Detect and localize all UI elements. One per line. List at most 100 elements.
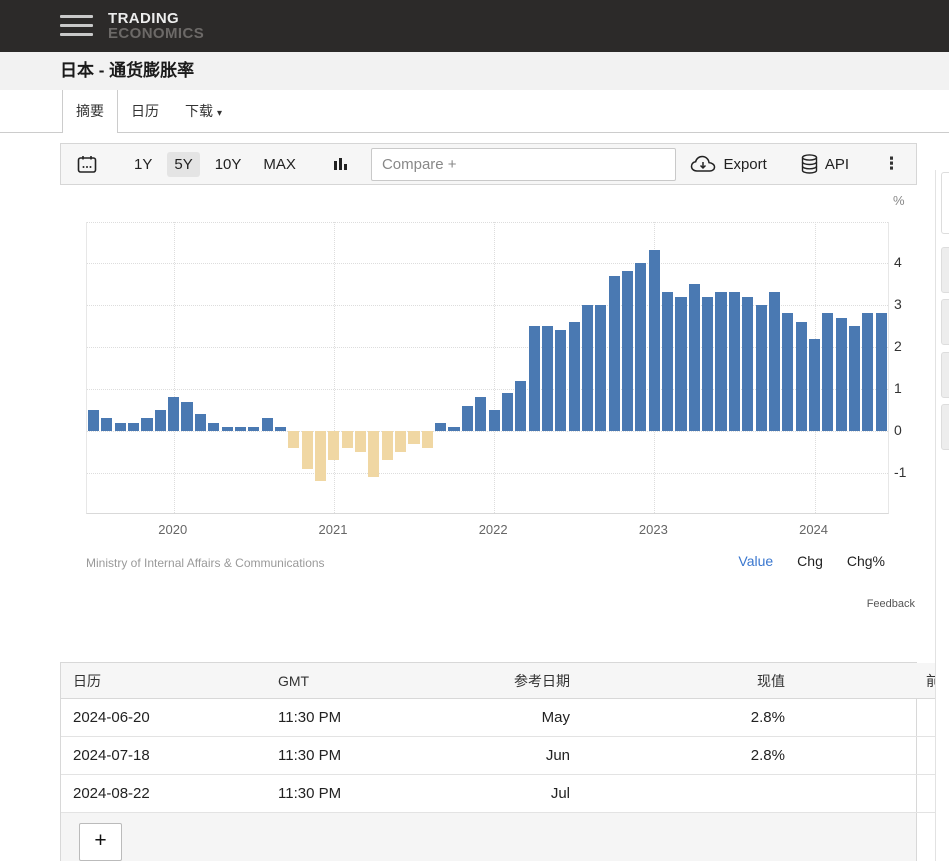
- v-gridline: [334, 222, 335, 513]
- table-header-cell: 现值: [634, 663, 851, 699]
- app-header: TRADING ECONOMICS: [0, 0, 949, 52]
- table-cell: 11:30 PM: [277, 775, 439, 813]
- range-max-button[interactable]: MAX: [256, 152, 303, 177]
- tab-download-label: 下载: [185, 103, 213, 119]
- x-axis-tick-label: 2021: [303, 522, 363, 537]
- h-gridline: [87, 263, 888, 264]
- chart-bar: [542, 326, 553, 431]
- chart-bar: [128, 423, 139, 431]
- y-axis-tick-label: 1: [894, 380, 902, 396]
- chg-pct-link[interactable]: Chg%: [847, 553, 885, 569]
- chart-bar: [715, 292, 726, 431]
- chart-bar: [702, 297, 713, 431]
- tab-summary[interactable]: 摘要: [62, 90, 118, 133]
- value-link[interactable]: Value: [738, 553, 773, 569]
- chart-bar: [515, 381, 526, 431]
- chart-bar: [689, 284, 700, 431]
- series-mode-links: Value Chg Chg%: [714, 553, 885, 569]
- v-gridline: [494, 222, 495, 513]
- chart-bar: [155, 410, 166, 431]
- api-label: API: [825, 156, 849, 173]
- chart-bar: [195, 414, 206, 431]
- h-gridline: [87, 431, 888, 432]
- brand-logo[interactable]: TRADING ECONOMICS: [108, 11, 204, 41]
- page-title: 日本 - 通货膨胀率: [0, 52, 949, 90]
- chart-bar: [248, 427, 259, 431]
- chart-plot-area[interactable]: [86, 222, 889, 514]
- chart-bar: [395, 431, 406, 452]
- chart-bar: [489, 410, 500, 431]
- compare-input[interactable]: [371, 148, 676, 181]
- chart-bar: [208, 423, 219, 431]
- x-axis-tick-label: 2020: [143, 522, 203, 537]
- chart-bar: [408, 431, 419, 444]
- tab-row: 摘要 日历 下载▾: [0, 90, 949, 133]
- y-axis-tick-label: 3: [894, 296, 902, 312]
- y-axis-tick-label: 2: [894, 338, 902, 354]
- y-axis-tick-label: 0: [894, 422, 902, 438]
- range-5y-button[interactable]: 5Y: [167, 152, 199, 177]
- chart-bar: [115, 423, 126, 431]
- table-header-cell: 参考日期: [439, 663, 634, 699]
- right-edge-panel: [935, 170, 949, 861]
- side-button-cutoff: [941, 247, 949, 293]
- bar-chart-icon[interactable]: [333, 156, 349, 172]
- range-10y-button[interactable]: 10Y: [208, 152, 249, 177]
- chart-bar: [769, 292, 780, 431]
- chart-bar: [796, 322, 807, 431]
- chart-bar: [235, 427, 246, 431]
- kebab-menu-icon[interactable]: ⋮: [883, 154, 900, 174]
- y-axis-tick-label: 4: [894, 254, 902, 270]
- side-button-cutoff: [941, 299, 949, 345]
- x-axis-tick-label: 2023: [623, 522, 683, 537]
- table-cell: Jun: [439, 737, 634, 775]
- cloud-download-icon: [690, 155, 716, 173]
- chart-bar: [756, 305, 767, 431]
- logo-line-1: TRADING: [108, 11, 204, 26]
- range-selector: 1Y 5Y 10Y MAX: [123, 152, 307, 177]
- hamburger-menu-icon[interactable]: [60, 15, 93, 36]
- chart-bar: [141, 418, 152, 431]
- tab-calendar[interactable]: 日历: [118, 90, 172, 133]
- feedback-link[interactable]: Feedback: [867, 598, 915, 610]
- table-row: 2024-07-1811:30 PMJun2.8%2.8%: [61, 737, 949, 775]
- table-cell: 2.8%: [634, 737, 851, 775]
- table-header-cell: 日历: [61, 663, 277, 699]
- chart-bar: [529, 326, 540, 431]
- chart-bar: [862, 313, 873, 431]
- page: TRADING ECONOMICS 日本 - 通货膨胀率 摘要 日历 下载▾: [0, 0, 949, 861]
- h-gridline: [87, 347, 888, 348]
- chart-bar: [262, 418, 273, 431]
- table-footer: +: [61, 813, 916, 861]
- chart-bar: [342, 431, 353, 448]
- table-body: 2024-06-2011:30 PMMay2.8%2.5%2024-07-181…: [61, 699, 949, 813]
- chart-bar: [328, 431, 339, 460]
- x-axis-tick-label: 2022: [463, 522, 523, 537]
- add-row-button[interactable]: +: [79, 823, 122, 861]
- chart-toolbar: 1Y 5Y 10Y MAX Export: [60, 143, 917, 185]
- title-bar: 日本 - 通货膨胀率: [0, 52, 949, 90]
- export-button[interactable]: Export: [690, 155, 766, 173]
- tab-download[interactable]: 下载▾: [172, 90, 235, 133]
- table-cell: 11:30 PM: [277, 737, 439, 775]
- database-icon: [801, 154, 818, 174]
- chg-link[interactable]: Chg: [797, 553, 823, 569]
- chart-bar: [422, 431, 433, 448]
- chart-bar: [809, 339, 820, 431]
- chart-bar: [315, 431, 326, 481]
- chart-bar: [675, 297, 686, 431]
- side-button-cutoff: [941, 352, 949, 398]
- api-button[interactable]: API: [801, 154, 849, 174]
- chart-bar: [168, 397, 179, 431]
- table-header-cell: GMT: [277, 663, 439, 699]
- chart-bar: [88, 410, 99, 431]
- h-gridline: [87, 473, 888, 474]
- h-gridline: [87, 389, 888, 390]
- range-1y-button[interactable]: 1Y: [127, 152, 159, 177]
- calendar-icon[interactable]: [77, 155, 97, 174]
- chart-bar: [635, 263, 646, 431]
- chart-bar: [435, 423, 446, 431]
- logo-line-2: ECONOMICS: [108, 26, 204, 41]
- table-cell: Jul: [439, 775, 634, 813]
- table-cell: 11:30 PM: [277, 699, 439, 737]
